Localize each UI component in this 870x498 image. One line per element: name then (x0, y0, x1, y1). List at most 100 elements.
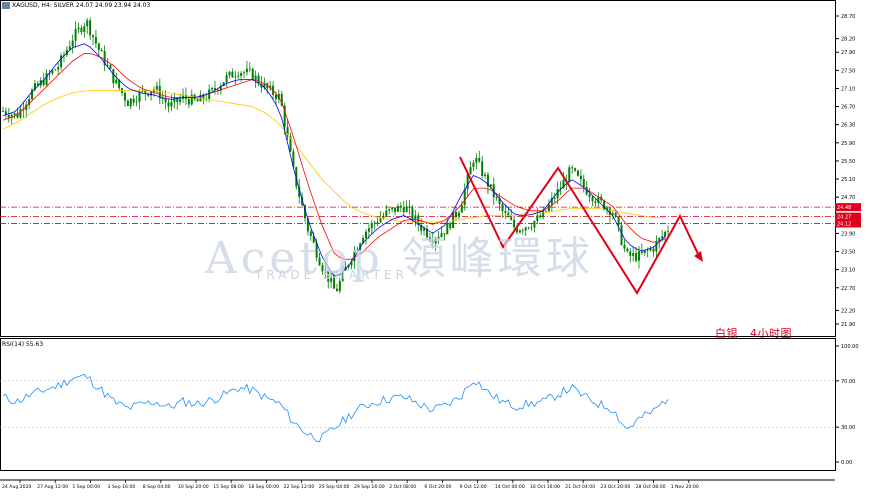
candle-body (77, 27, 80, 29)
candle-body (626, 248, 629, 252)
candle-body (388, 209, 391, 211)
candle-body (475, 157, 478, 163)
candle-body (115, 79, 118, 84)
price-tick-label: 21.90 (841, 322, 855, 328)
time-tick-label: 29 Sep 16:00 (354, 484, 385, 490)
candle-body (71, 40, 74, 47)
candle-body (7, 114, 10, 118)
candle-body (635, 253, 638, 261)
candle-body (664, 231, 667, 237)
candle-body (97, 43, 100, 50)
candle-body (74, 28, 77, 41)
candle-body (257, 75, 260, 84)
candle-body (208, 89, 211, 99)
candle-body (411, 207, 414, 220)
candle-body (86, 20, 89, 27)
candle-body (568, 167, 571, 183)
candle-body (80, 27, 83, 33)
candle-body (179, 98, 182, 103)
time-tick-label: 8 Sep 04:00 (143, 484, 171, 490)
candle-body (637, 251, 640, 261)
chart-annotation: 白银 4小时图 (715, 327, 792, 340)
candle-body (629, 251, 632, 256)
price-tick-label: 25.90 (841, 141, 855, 147)
time-tick-label: 10 Sep 20:00 (178, 484, 209, 490)
time-tick-label: 6 Oct 20:00 (424, 484, 451, 490)
rsi-tick-label: 30.00 (841, 425, 855, 431)
candle-body (132, 98, 135, 103)
price-tick-label: 27.90 (841, 50, 855, 56)
time-tick-label: 25 Sep 04:00 (319, 484, 350, 490)
candle-body (579, 175, 582, 179)
price-tick-label: 24.70 (841, 195, 855, 201)
candle-body (667, 231, 669, 233)
time-tick-label: 18 Sep 00:00 (248, 484, 279, 490)
candle-body (408, 206, 411, 208)
candle-body (455, 212, 458, 217)
candle-body (19, 109, 22, 118)
candle-body (571, 167, 574, 169)
candle-body (126, 100, 129, 107)
price-tick-label: 26.30 (841, 123, 855, 129)
candle-body (225, 75, 228, 83)
price-level-label: 24.48 (837, 205, 851, 211)
candle-body (655, 241, 658, 252)
price-tick-label: 28.20 (841, 37, 855, 43)
price-tick-label: 27.50 (841, 68, 855, 74)
candle-body (13, 113, 16, 115)
candle-body (649, 248, 652, 251)
candle-body (274, 94, 277, 100)
candle-body (611, 213, 614, 215)
price-tick-label: 27.10 (841, 86, 855, 92)
price-tick-label: 22.20 (841, 308, 855, 314)
candle-body (228, 71, 231, 76)
time-tick-label: 2 Oct 08:00 (389, 484, 416, 490)
time-tick-label: 3 Sep 16:00 (108, 484, 136, 490)
rsi-tick-label: 70.00 (841, 379, 855, 385)
time-tick-label: 22 Sep 12:00 (284, 484, 315, 490)
candle-body (112, 69, 115, 84)
candle-body (251, 69, 254, 80)
candle-body (57, 67, 60, 70)
candle-body (394, 207, 397, 212)
time-tick-label: 16 Oct 16:00 (530, 484, 560, 490)
candle-body (248, 68, 251, 70)
candle-body (591, 196, 594, 202)
time-tick-label: 14 Oct 00:00 (495, 484, 525, 490)
candle-body (123, 92, 126, 101)
candle-body (478, 157, 481, 162)
time-tick-label: 28 Oct 08:00 (636, 484, 666, 490)
candle-body (94, 36, 97, 44)
candle-body (588, 194, 591, 197)
candle-body (539, 215, 542, 218)
candle-body (382, 215, 385, 219)
candle-body (661, 236, 664, 239)
ma-slow-line (2, 90, 666, 223)
candle-body (196, 99, 199, 102)
candle-body (481, 161, 484, 176)
rsi-tick-label: 0.00 (841, 460, 852, 466)
candle-body (469, 167, 472, 175)
price-tick-label: 25.50 (841, 159, 855, 165)
candle-body (399, 205, 402, 208)
candle-body (414, 215, 417, 220)
chart-window-icon (2, 2, 10, 9)
candle-body (129, 98, 132, 107)
candle-body (402, 207, 405, 213)
candle-body (173, 97, 176, 102)
candle-body (646, 250, 649, 252)
candle-body (405, 206, 408, 213)
candle-body (109, 65, 112, 70)
candle-body (211, 88, 214, 90)
price-tick-label: 23.10 (841, 268, 855, 274)
candle-body (457, 212, 460, 217)
candle-body (510, 217, 513, 220)
price-pane-frame (0, 0, 836, 337)
time-tick-label: 1 Nov 20:00 (671, 484, 699, 490)
candle-body (472, 162, 475, 168)
rsi-tick-label: 100.00 (841, 344, 859, 350)
candle-body (576, 170, 579, 176)
candle-body (237, 75, 240, 77)
candle-body (138, 91, 141, 102)
candle-body (167, 102, 170, 107)
